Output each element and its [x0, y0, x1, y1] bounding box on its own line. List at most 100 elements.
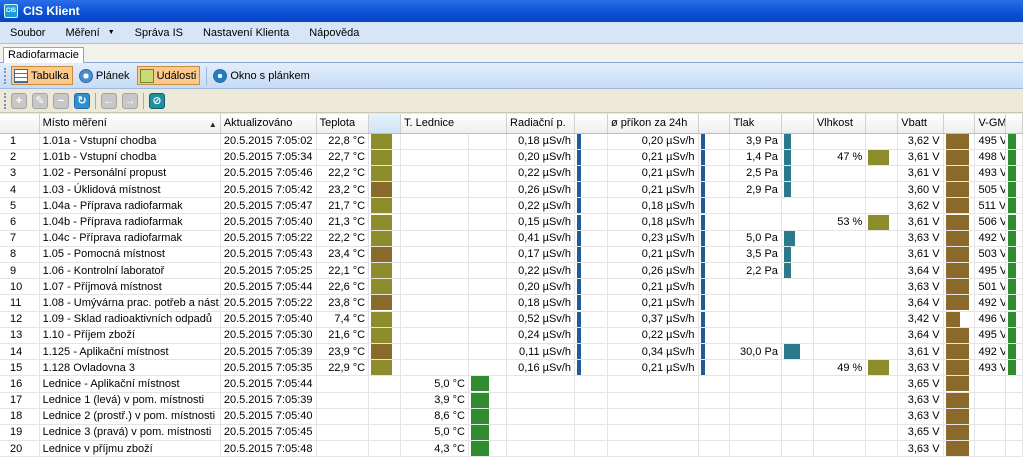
table-row[interactable]: 15 1.128 Ovladovna 3 20.5.2015 7:05:35 22,9… [0, 359, 1023, 377]
col-header-index[interactable] [0, 114, 40, 134]
cell-vgm-bar [1005, 230, 1023, 247]
col-header-press[interactable]: Tlak [729, 114, 782, 134]
cell-fridge [400, 262, 469, 280]
cell-rad: 0,11 µSv/h [506, 343, 575, 361]
col-header-rad-bar[interactable] [574, 114, 608, 134]
table-row[interactable]: 7 1.04c - Příprava radiofarmak 20.5.2015 7… [0, 230, 1023, 247]
cell-temp: 23,9 °C [316, 343, 370, 361]
dose-level-bar [700, 344, 705, 359]
table-row[interactable]: 6 1.04b - Příprava radiofarmak 20.5.2015 7… [0, 213, 1023, 231]
col-header-hum[interactable]: Vlhkost [813, 114, 867, 134]
cell-temp: 22,2 °C [316, 165, 370, 183]
col-header-vbatt[interactable]: Vbatt [897, 114, 944, 134]
cell-rad-bar [574, 343, 608, 361]
cell-fridge [400, 246, 469, 264]
cell-place: Lednice v příjmu zboží [39, 440, 221, 458]
col-header-vgm-bar[interactable] [1005, 114, 1023, 134]
cell-place: 1.125 - Aplikační místnost [39, 343, 221, 361]
col-header-place[interactable]: Místo měření ▲ [39, 114, 221, 134]
table-row[interactable]: 10 1.07 - Příjmová místnost 20.5.2015 7:05… [0, 278, 1023, 296]
vbatt-level-bar [945, 182, 969, 197]
col-header-fridge[interactable]: T. Lednice [400, 114, 508, 134]
cell-hum-bar [865, 424, 899, 442]
col-header-press-bar[interactable] [781, 114, 814, 134]
menu-nastaveni-klienta[interactable]: Nastavení Klienta [193, 27, 299, 39]
table-row[interactable]: 17 Lednice 1 (levá) v pom. místnosti 20.5.… [0, 392, 1023, 409]
dose-level-bar [700, 263, 705, 278]
col-header-vgm[interactable]: V-GM [974, 114, 1007, 134]
table-row[interactable]: 1 1.01a - Vstupní chodba 20.5.2015 7:05:02… [0, 133, 1023, 150]
cell-hum-bar [865, 278, 899, 296]
menu-sprava-is[interactable]: Správa IS [125, 27, 193, 39]
table-row[interactable]: 13 1.10 - Příjem zboží 20.5.2015 7:05:30 21… [0, 327, 1023, 344]
cell-hum [813, 246, 867, 264]
table-row[interactable]: 16 Lednice - Aplikační místnost 20.5.2015 … [0, 375, 1023, 393]
cell-time: 20.5.2015 7:05:39 [220, 343, 317, 361]
remove-icon[interactable]: − [53, 92, 69, 109]
back-icon[interactable]: ← [101, 92, 117, 109]
cell-dose-bar [698, 440, 731, 458]
menu-napoveda[interactable]: Nápověda [299, 27, 369, 39]
toolbar-grip[interactable] [4, 92, 7, 109]
refresh-icon[interactable]: ↻ [74, 92, 90, 109]
table-row[interactable]: 9 1.06 - Kontrolní laboratoř 20.5.2015 7:0… [0, 262, 1023, 280]
cell-rad: 0,15 µSv/h [506, 213, 575, 231]
col-header-dose[interactable]: ø příkon za 24h [607, 114, 699, 134]
tab-radiofarmacie[interactable]: Radiofarmacie [3, 47, 84, 63]
cell-vgm-bar [1005, 392, 1023, 409]
table-row[interactable]: 14 1.125 - Aplikační místnost 20.5.2015 7:… [0, 343, 1023, 361]
table-row[interactable]: 8 1.05 - Pomocná místnost 20.5.2015 7:05:4… [0, 246, 1023, 264]
cell-vgm-bar [1005, 197, 1023, 215]
edit-icon[interactable]: ✎ [32, 92, 48, 109]
col-header-rad[interactable]: Radiační p. [506, 114, 575, 134]
window-with-plan-button[interactable]: Okno s plánkem [210, 66, 313, 85]
table-row[interactable]: 20 Lednice v příjmu zboží 20.5.2015 7:05:4… [0, 440, 1023, 458]
view-plan-button[interactable]: Plánek [76, 66, 134, 85]
cell-vbatt: 3,61 V [897, 213, 944, 231]
menu-soubor[interactable]: Soubor [0, 27, 55, 39]
col-header-temp-bar[interactable] [368, 114, 401, 134]
temp-level-bar [371, 198, 393, 213]
toolbar-grip[interactable] [4, 67, 7, 84]
cell-fridge-bar [468, 133, 508, 150]
cell-vgm-bar [1005, 294, 1023, 312]
cell-temp-bar [368, 246, 401, 264]
view-table-button[interactable]: Tabulka [11, 66, 73, 85]
disable-icon[interactable]: ⊘ [149, 92, 165, 109]
add-icon[interactable]: + [11, 92, 27, 109]
cell-dose-bar [698, 408, 731, 425]
cell-vgm: 492 V [974, 230, 1007, 247]
cell-press: 30,0 Pa [729, 343, 782, 361]
cell-hum [813, 278, 867, 296]
cell-place: 1.04b - Příprava radiofarmak [39, 213, 221, 231]
col-header-hum-bar[interactable] [865, 114, 899, 134]
cell-hum-bar [865, 149, 899, 166]
view-events-button[interactable]: Události [136, 66, 201, 85]
table-row[interactable]: 2 1.01b - Vstupní chodba 20.5.2015 7:05:34… [0, 149, 1023, 166]
cell-fridge: 5,0 °C [400, 375, 469, 393]
cell-dose: 0,22 µSv/h [607, 327, 699, 344]
cell-press-bar [781, 327, 814, 344]
cell-temp: 22,2 °C [316, 230, 370, 247]
table-row[interactable]: 3 1.02 - Personální propust 20.5.2015 7:05… [0, 165, 1023, 183]
col-header-updated[interactable]: Aktualizováno [220, 114, 317, 134]
cell-vgm-bar [1005, 262, 1023, 280]
col-header-temp[interactable]: Teplota [316, 114, 370, 134]
cell-dose: 0,21 µSv/h [607, 165, 699, 183]
table-row[interactable]: 19 Lednice 3 (pravá) v pom. místnosti 20.5… [0, 424, 1023, 442]
table-row[interactable]: 11 1.08 - Umývárna prac. potřeb a nást. 20… [0, 294, 1023, 312]
col-header-vbatt-bar[interactable] [943, 114, 976, 134]
menu-mereni[interactable]: Měření ▼ [55, 27, 124, 39]
app-logo-icon: CIS [4, 4, 18, 18]
table-row[interactable]: 12 1.09 - Sklad radioaktivních odpadů 20.5… [0, 311, 1023, 328]
cell-dose-bar [698, 230, 731, 247]
cell-vbatt: 3,63 V [897, 408, 944, 425]
table-row[interactable]: 18 Lednice 2 (prostř.) v pom. místnosti 20… [0, 408, 1023, 425]
cell-hum [813, 311, 867, 328]
table-row[interactable]: 5 1.04a - Příprava radiofarmak 20.5.2015 7… [0, 197, 1023, 215]
cell-press-bar [781, 294, 814, 312]
col-header-dose-bar[interactable] [698, 114, 731, 134]
forward-icon[interactable]: → [122, 92, 138, 109]
window-with-plan-label: Okno s plánkem [230, 69, 310, 82]
table-row[interactable]: 4 1.03 - Úklidová místnost 20.5.2015 7:05:… [0, 181, 1023, 199]
